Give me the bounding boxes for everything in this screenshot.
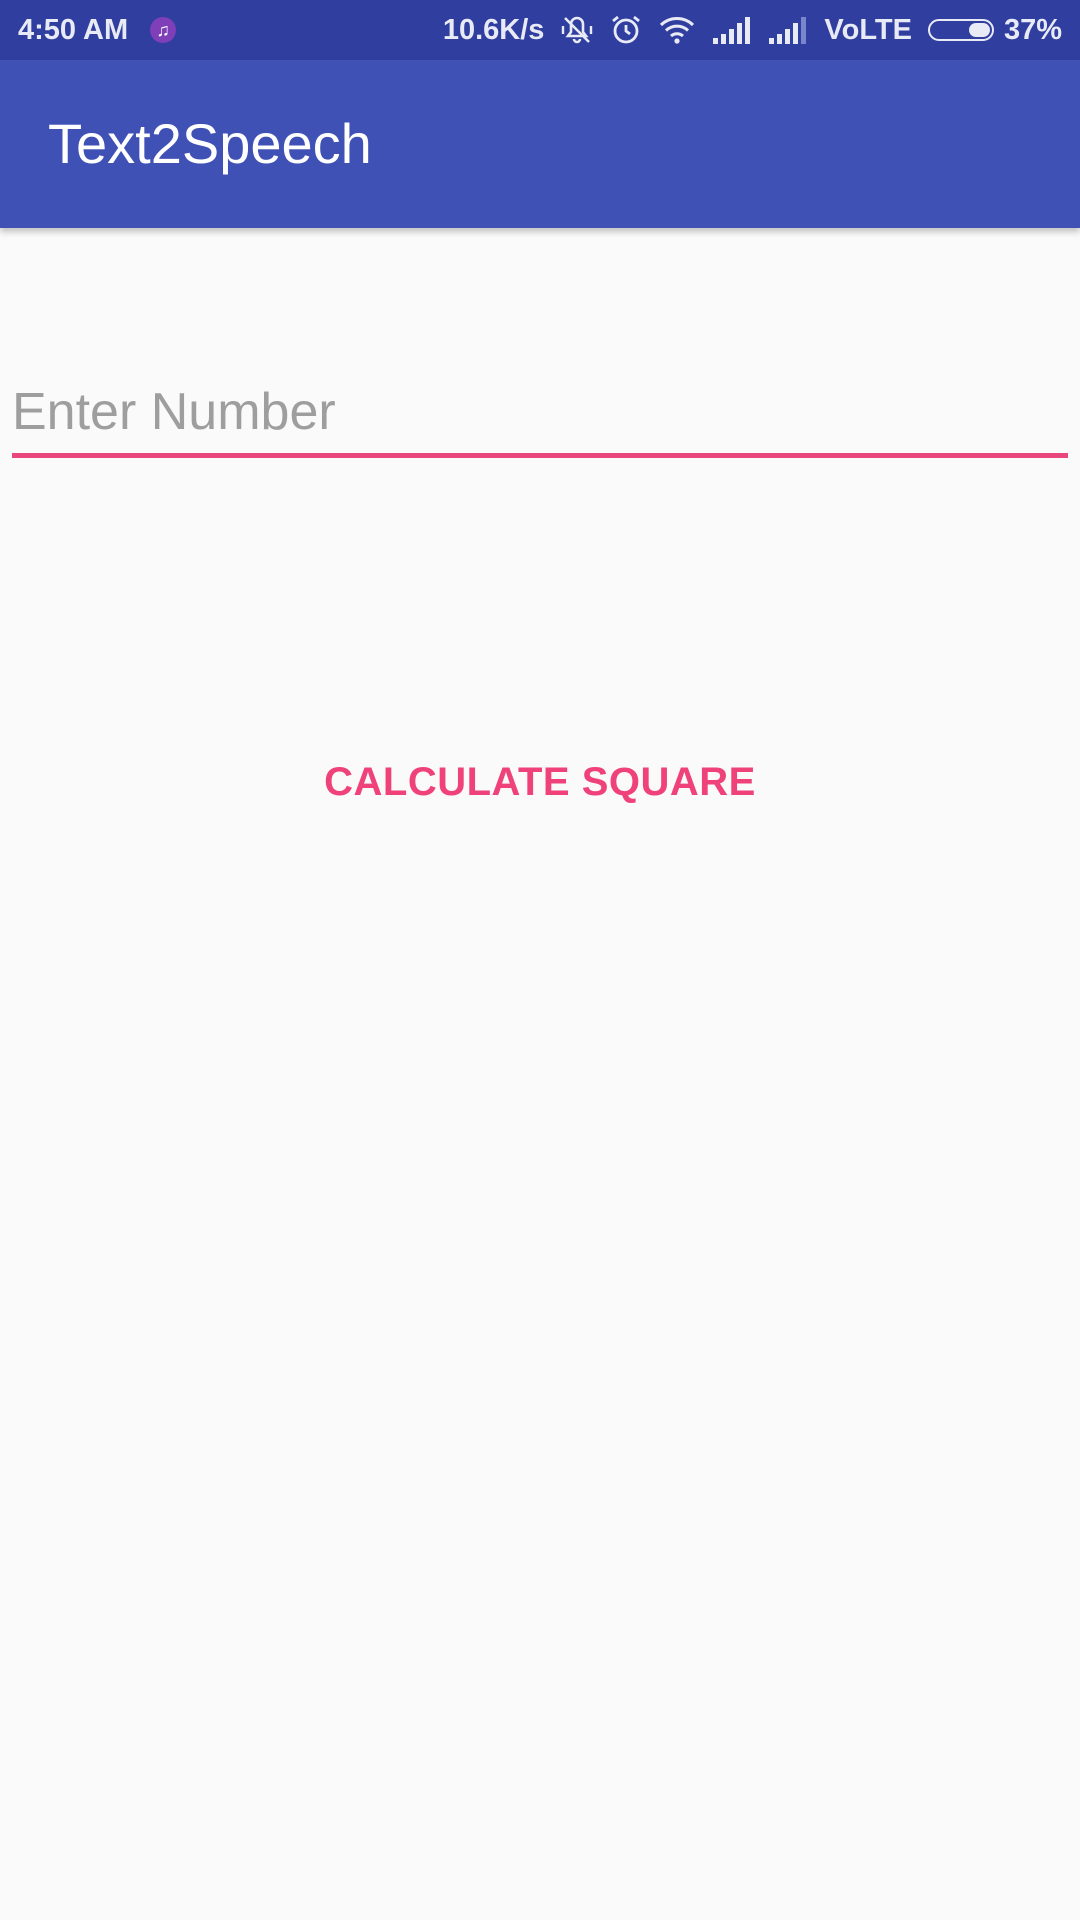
battery-fill [968,23,990,37]
number-input[interactable] [12,370,1068,458]
status-right: 10.6K/s VoLTE 37% [443,0,1062,60]
signal-icon [768,16,808,44]
vibrate-icon [560,14,594,46]
status-left: 4:50 AM ♫ [18,0,177,60]
network-type: VoLTE [824,13,912,46]
status-bar: 4:50 AM ♫ 10.6K/s VoLTE 37% [0,0,1080,60]
alarm-icon [610,14,642,46]
calculate-square-button[interactable]: CALCULATE SQUARE [300,740,780,824]
status-time: 4:50 AM [18,13,129,46]
music-notification-icon: ♫ [150,17,177,43]
app-title: Text2Speech [48,112,372,175]
network-speed: 10.6K/s [442,13,545,46]
app-bar: Text2Speech [0,60,1080,228]
battery-indicator: 37% [927,13,1062,47]
wifi-icon [658,15,696,45]
battery-icon [927,19,994,41]
screen: 4:50 AM ♫ 10.6K/s VoLTE 37% Text2Speech … [0,0,1080,1920]
signal-icon [712,16,752,44]
battery-percent: 37% [1003,13,1062,46]
